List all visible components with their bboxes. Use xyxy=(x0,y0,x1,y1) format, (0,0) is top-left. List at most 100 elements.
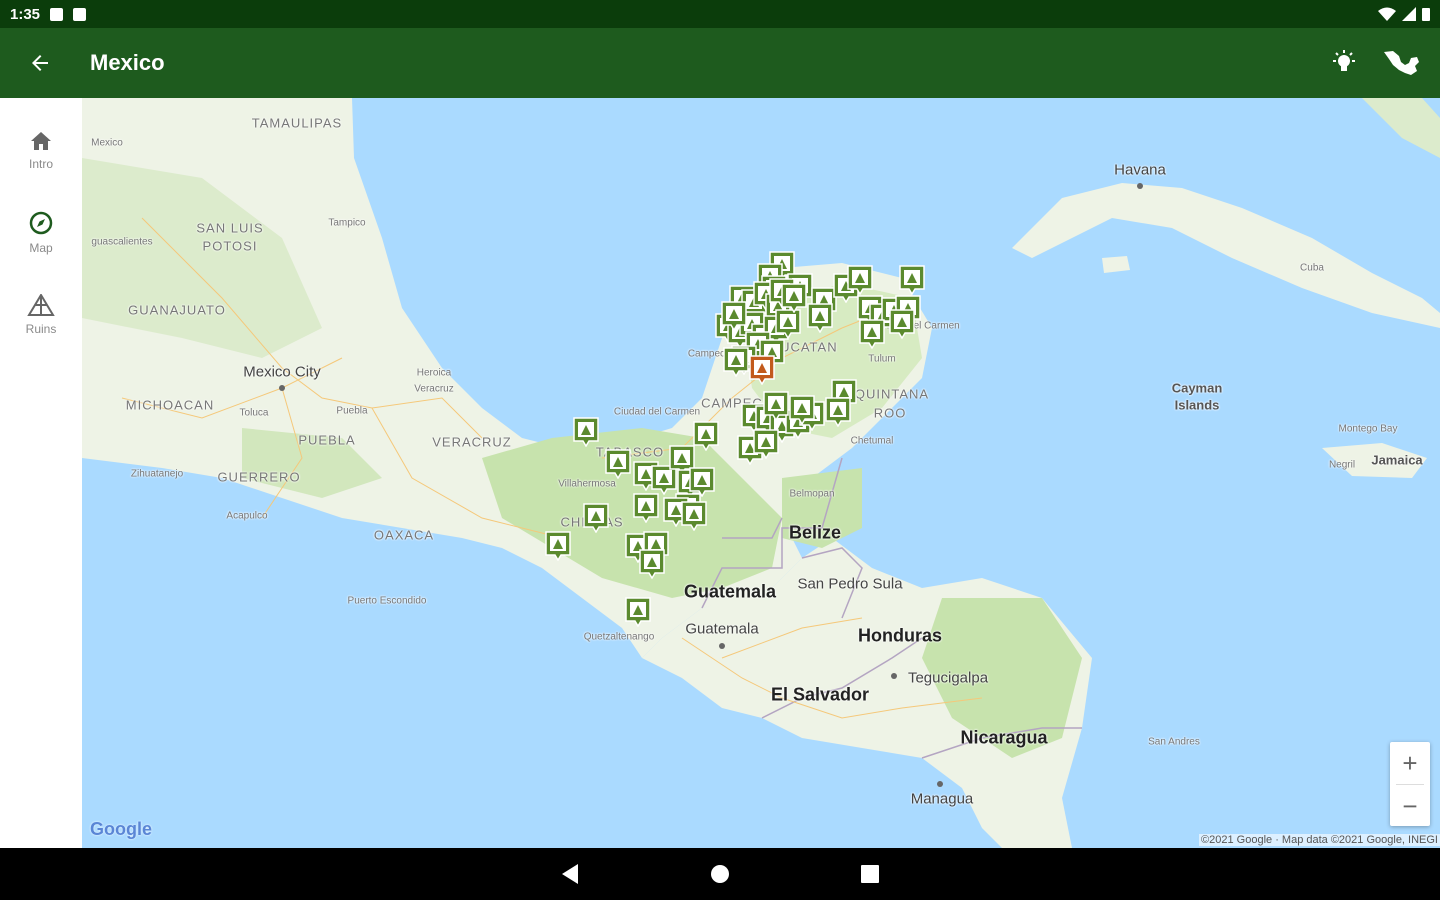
ruin-marker[interactable] xyxy=(605,449,631,480)
map-label: San Pedro Sula xyxy=(797,575,903,593)
map-label: ROO xyxy=(873,405,907,421)
sd-card-icon xyxy=(73,7,87,21)
map-label: Islands xyxy=(1174,397,1220,413)
map-label: OAXACA xyxy=(373,527,435,543)
map-label: guascalientes xyxy=(91,236,153,248)
app-bar: Mexico xyxy=(0,28,1440,98)
google-logo: Google xyxy=(90,819,152,839)
arrow-back-icon xyxy=(32,55,48,71)
ruin-marker[interactable] xyxy=(633,493,659,524)
map-label: Nicaragua xyxy=(960,727,1048,748)
circle-home-icon xyxy=(711,865,729,883)
ruin-marker[interactable] xyxy=(847,265,873,296)
map-label: Villahermosa xyxy=(558,478,616,490)
nav-recents-button[interactable] xyxy=(855,859,885,889)
mexico-map-icon xyxy=(1384,51,1419,75)
map-label: Belize xyxy=(788,522,842,543)
ruin-marker[interactable] xyxy=(825,397,851,428)
region-map-button[interactable] xyxy=(1380,41,1424,85)
map-label: Managua xyxy=(910,790,974,808)
ruin-marker[interactable] xyxy=(753,429,779,460)
ruin-marker[interactable] xyxy=(859,319,885,350)
map-label: Mexico City xyxy=(243,363,321,381)
map-label: Guatemala xyxy=(685,620,759,638)
map-label: El Salvador xyxy=(770,684,870,705)
battery-icon xyxy=(1422,8,1430,21)
wifi-icon xyxy=(1378,7,1396,21)
map-label: GUERRERO xyxy=(217,469,301,485)
zoom-in-button[interactable]: + xyxy=(1390,742,1430,784)
map-label: MICHOACAN xyxy=(125,397,215,413)
ruin-marker[interactable] xyxy=(899,265,925,296)
zoom-out-button[interactable]: − xyxy=(1390,785,1430,827)
map-label: TAMAULIPAS xyxy=(251,115,343,131)
map-label: Tegucigalpa xyxy=(907,669,989,687)
system-nav-bar xyxy=(0,848,1440,900)
map-label: Tampico xyxy=(328,217,366,229)
rail-item-label: Ruins xyxy=(25,322,57,336)
map-label: San Andres xyxy=(1148,736,1200,748)
status-time: 1:35 xyxy=(10,5,41,23)
map-label: Toluca xyxy=(239,407,269,419)
nav-back-button[interactable] xyxy=(555,859,585,889)
map-label: SAN LUIS xyxy=(196,220,264,236)
map-label: Zihuatanejo xyxy=(130,468,184,480)
ruin-marker[interactable] xyxy=(789,395,815,426)
ruin-marker[interactable] xyxy=(807,303,833,334)
triangle-back-icon xyxy=(562,864,578,884)
ruin-marker[interactable] xyxy=(775,309,801,340)
map-view[interactable]: TAMAULIPAS Mexico SAN LUIS POTOSI guasca… xyxy=(82,98,1440,848)
signal-icon xyxy=(1402,7,1416,21)
map-label: Jamaica xyxy=(1371,452,1423,468)
ruin-marker[interactable] xyxy=(889,309,915,340)
tips-button[interactable] xyxy=(1322,41,1366,85)
nav-rail: Intro Map Ruins xyxy=(0,98,82,848)
back-button[interactable] xyxy=(0,28,80,98)
map-label: Guatemala xyxy=(683,581,777,602)
map-label: Cayman xyxy=(1171,380,1223,396)
ruin-marker[interactable] xyxy=(545,531,571,562)
map-attribution[interactable]: ©2021 Google · Map data ©2021 Google, IN… xyxy=(1199,834,1440,846)
map-label: Havana xyxy=(1114,161,1166,179)
lightbulb-icon xyxy=(1333,50,1355,71)
square-recents-icon xyxy=(861,865,879,883)
map-label: QUINTANA xyxy=(854,386,930,402)
map-label: Cuba xyxy=(1300,262,1324,274)
map-label: Acapulco xyxy=(226,510,268,522)
map-label: GUANAJUATO xyxy=(128,302,226,318)
map-label: Belmopan xyxy=(789,488,835,500)
status-indicators xyxy=(1378,7,1430,21)
notification-icon xyxy=(50,7,64,21)
map-label: Montego Bay xyxy=(1338,423,1398,435)
ruin-marker[interactable] xyxy=(721,301,747,332)
rail-item-ruins[interactable]: Ruins xyxy=(0,274,82,356)
map-label: Quetzaltenango xyxy=(583,631,655,643)
ruin-marker[interactable] xyxy=(693,421,719,452)
ruin-marker[interactable] xyxy=(573,417,599,448)
rail-item-intro[interactable]: Intro xyxy=(0,110,82,192)
page-title: Mexico xyxy=(90,50,165,75)
map-label: Veracruz xyxy=(414,383,454,395)
ruin-marker[interactable] xyxy=(583,503,609,534)
map-label: POTOSI xyxy=(202,238,258,254)
ruin-marker[interactable] xyxy=(781,283,807,314)
ruin-marker[interactable] xyxy=(763,391,789,422)
pyramid-icon xyxy=(27,294,55,316)
ruin-marker[interactable] xyxy=(749,355,775,386)
ruin-marker[interactable] xyxy=(639,549,665,580)
nav-home-button[interactable] xyxy=(705,859,735,889)
status-bar: 1:35 xyxy=(0,0,1440,28)
rail-item-map[interactable]: Map xyxy=(0,192,82,274)
map-label: VERACRUZ xyxy=(432,434,512,450)
landmass-cuba xyxy=(1012,183,1440,328)
ruin-marker[interactable] xyxy=(625,597,651,628)
map-label: Tulum xyxy=(868,353,896,365)
zoom-controls: + − xyxy=(1390,742,1430,826)
map-label: Ciudad del Carmen xyxy=(613,406,701,418)
rail-item-label: Intro xyxy=(28,157,53,171)
ruin-marker[interactable] xyxy=(681,501,707,532)
map-label: PUEBLA xyxy=(298,432,356,448)
map-label: Negril xyxy=(1328,459,1356,471)
map-label: Mexico xyxy=(91,137,123,149)
ruin-marker[interactable] xyxy=(723,347,749,378)
